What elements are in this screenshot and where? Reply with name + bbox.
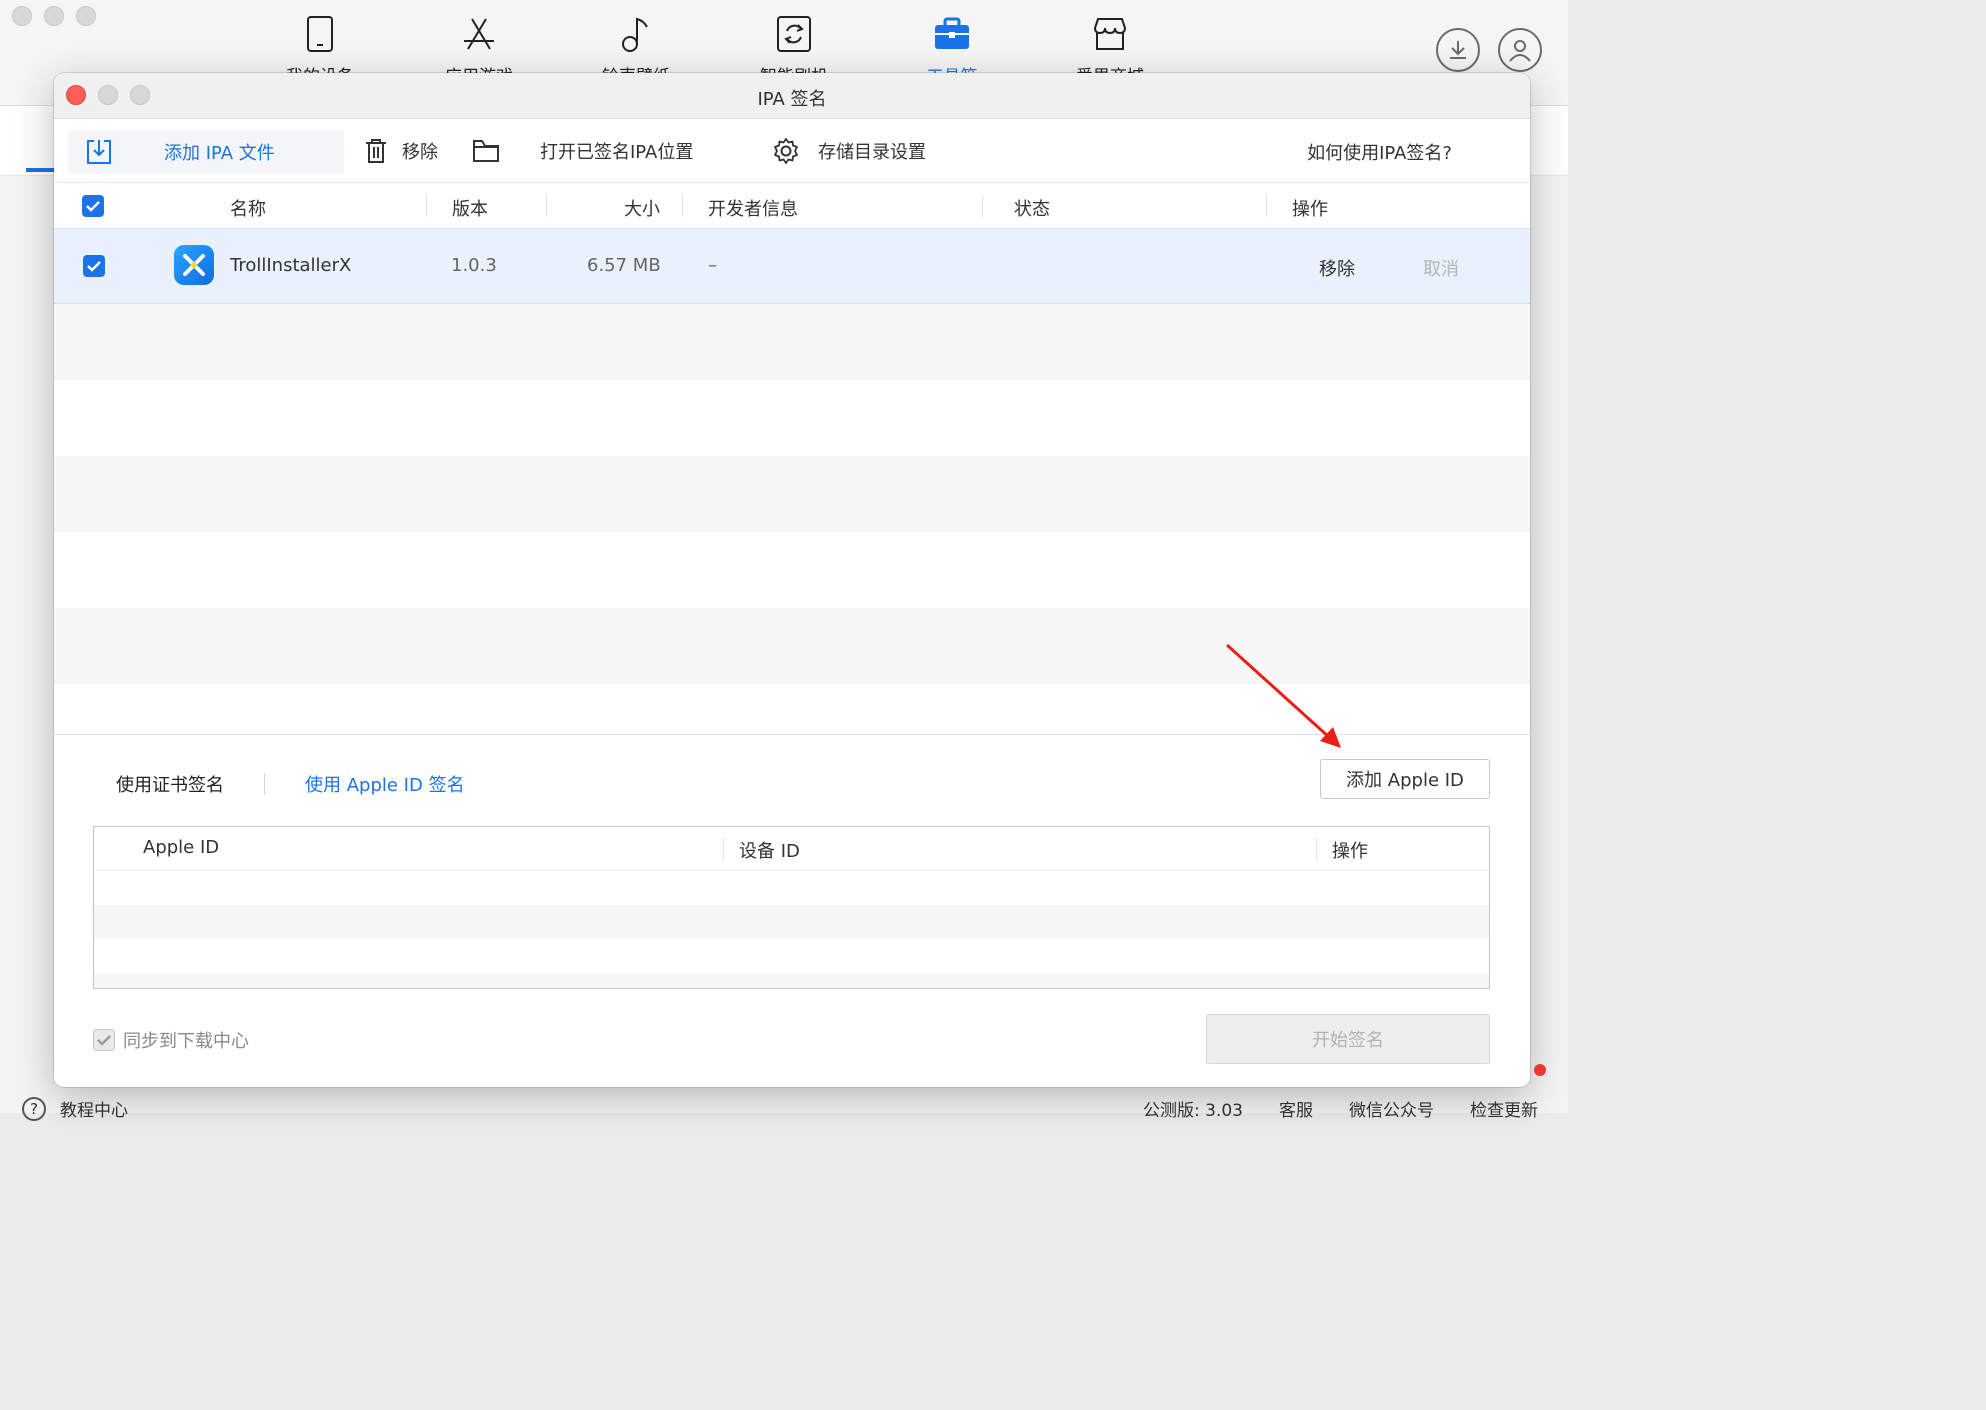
empty-row — [94, 973, 1489, 988]
apple-id-table: Apple ID 设备 ID 操作 — [93, 826, 1490, 989]
tab-divider — [264, 773, 265, 795]
open-signed-location-button[interactable]: 打开已签名IPA位置 — [472, 137, 693, 165]
how-to-use-link[interactable]: 如何使用IPA签名? — [1307, 139, 1452, 165]
empty-row — [54, 608, 1530, 684]
main-minimize-button[interactable] — [44, 6, 64, 26]
start-signing-button[interactable]: 开始签名 — [1206, 1014, 1490, 1064]
download-icon — [1450, 41, 1466, 59]
active-tab-indicator — [26, 168, 54, 172]
col-divider — [546, 195, 547, 217]
col-action: 操作 — [1292, 199, 1328, 220]
sync-label: 同步到下载中心 — [123, 1031, 249, 1052]
table-row[interactable]: TrollInstallerX 1.0.3 6.57 MB – 移除 取消 — [54, 228, 1530, 304]
sign-method-tabs: 使用证书签名 使用 Apple ID 签名 — [116, 771, 465, 797]
open-location-label: 打开已签名IPA位置 — [540, 142, 694, 163]
section-divider — [54, 734, 1530, 735]
flash-icon — [774, 12, 814, 56]
col-name: 名称 — [230, 199, 266, 220]
col-device-id: 设备 ID — [739, 841, 800, 862]
dialog-toolbar: 添加 IPA 文件 移除 打开已签名IPA位置 存储目录设置 如何使用IPA签名… — [54, 119, 1530, 183]
dialog-title: IPA 签名 — [757, 89, 827, 110]
update-badge — [1534, 1064, 1546, 1076]
empty-row — [54, 304, 1530, 380]
import-icon — [87, 140, 111, 164]
row-developer: – — [708, 255, 717, 276]
main-content-edge — [1530, 106, 1568, 176]
add-apple-id-button[interactable]: 添加 Apple ID — [1320, 759, 1490, 799]
trash-icon — [362, 137, 390, 165]
tutorial-center-link[interactable]: ? 教程中心 — [22, 1096, 128, 1121]
row-name: TrollInstallerX — [230, 255, 352, 276]
col-divider — [426, 195, 427, 217]
app-store-icon — [459, 12, 499, 56]
row-version: 1.0.3 — [451, 255, 497, 276]
col-size: 大小 — [624, 199, 660, 220]
main-footer: ? 教程中心 公测版: 3.03 客服 微信公众号 检查更新 — [0, 1088, 1568, 1121]
download-center-button[interactable] — [1436, 28, 1480, 72]
apple-id-table-header: Apple ID 设备 ID 操作 — [94, 827, 1489, 871]
store-icon — [1090, 12, 1130, 56]
col-developer: 开发者信息 — [708, 199, 798, 220]
app-icon-trollinstallerx — [174, 245, 214, 285]
music-note-icon — [616, 12, 656, 56]
empty-row — [54, 380, 1530, 456]
main-subtab-strip — [0, 106, 54, 176]
storage-settings-label: 存储目录设置 — [818, 142, 926, 163]
check-update-link[interactable]: 检查更新 — [1470, 1096, 1538, 1121]
col-divider — [1266, 195, 1267, 217]
account-button[interactable] — [1498, 28, 1542, 72]
user-icon — [1509, 40, 1531, 62]
col-divider — [723, 838, 724, 860]
row-remove-button[interactable]: 移除 — [1319, 255, 1355, 281]
dialog-titlebar: IPA 签名 — [54, 73, 1530, 119]
tutorial-label: 教程中心 — [60, 1101, 128, 1121]
row-cancel-button[interactable]: 取消 — [1423, 255, 1459, 281]
remove-button[interactable]: 移除 — [362, 137, 438, 165]
main-zoom-button[interactable] — [76, 6, 96, 26]
folder-icon — [472, 137, 500, 165]
sync-checkbox-box — [93, 1029, 115, 1051]
tab-apple-id-sign[interactable]: 使用 Apple ID 签名 — [305, 771, 465, 797]
empty-row — [54, 456, 1530, 532]
version-label: 公测版: 3.03 — [1143, 1101, 1243, 1121]
select-all-checkbox[interactable] — [82, 195, 104, 217]
ipa-sign-dialog: IPA 签名 添加 IPA 文件 移除 打开已签名IPA位置 存储目录设置 如何… — [54, 73, 1530, 1087]
col-apple-action: 操作 — [1332, 841, 1368, 862]
sync-download-center-checkbox[interactable]: 同步到下载中心 — [93, 1027, 249, 1053]
wechat-link[interactable]: 微信公众号 — [1349, 1096, 1434, 1121]
gear-icon — [772, 137, 800, 165]
customer-service-link[interactable]: 客服 — [1279, 1096, 1313, 1121]
row-checkbox[interactable] — [83, 255, 105, 277]
remove-label: 移除 — [402, 142, 438, 163]
add-ipa-button[interactable]: 添加 IPA 文件 — [68, 131, 344, 173]
checkmark-icon — [86, 201, 100, 212]
checkmark-icon — [97, 1035, 111, 1046]
help-icon: ? — [22, 1096, 46, 1121]
toolbox-icon — [932, 12, 972, 56]
footer-links: 公测版: 3.03 客服 微信公众号 检查更新 — [1143, 1096, 1538, 1121]
row-size: 6.57 MB — [587, 255, 661, 276]
checkmark-icon — [87, 261, 101, 272]
col-divider — [682, 195, 683, 217]
empty-row — [94, 939, 1489, 973]
phone-icon — [300, 12, 340, 56]
empty-row — [94, 905, 1489, 939]
tab-certificate-sign[interactable]: 使用证书签名 — [116, 771, 224, 797]
main-close-button[interactable] — [12, 6, 32, 26]
col-version: 版本 — [452, 199, 488, 220]
col-status: 状态 — [1014, 199, 1050, 220]
col-divider — [982, 195, 983, 217]
empty-row — [54, 532, 1530, 608]
col-divider — [1316, 838, 1317, 860]
empty-row — [94, 871, 1489, 905]
col-apple-id: Apple ID — [143, 837, 220, 858]
ipa-table-header: 名称 版本 大小 开发者信息 状态 操作 — [54, 183, 1530, 229]
storage-settings-button[interactable]: 存储目录设置 — [772, 137, 926, 165]
add-ipa-label: 添加 IPA 文件 — [164, 143, 275, 164]
main-window-controls — [12, 6, 96, 26]
